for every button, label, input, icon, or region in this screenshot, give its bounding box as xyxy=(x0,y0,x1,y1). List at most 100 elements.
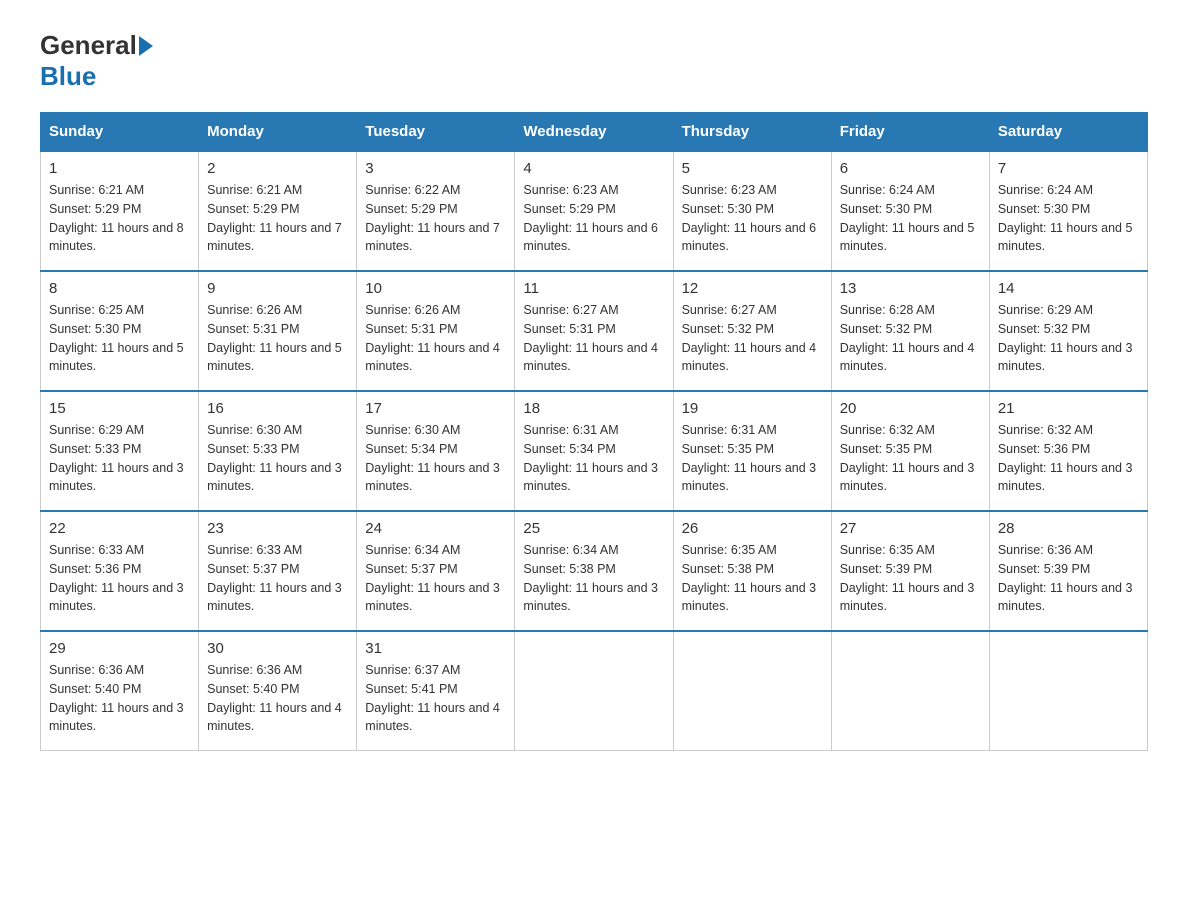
day-number: 5 xyxy=(682,160,823,177)
day-number: 22 xyxy=(49,520,190,537)
day-number: 3 xyxy=(365,160,506,177)
day-number: 6 xyxy=(840,160,981,177)
calendar-cell: 8 Sunrise: 6:25 AMSunset: 5:30 PMDayligh… xyxy=(41,271,199,391)
calendar-cell xyxy=(989,631,1147,751)
calendar-cell: 24 Sunrise: 6:34 AMSunset: 5:37 PMDaylig… xyxy=(357,511,515,631)
day-number: 20 xyxy=(840,400,981,417)
day-number: 8 xyxy=(49,280,190,297)
day-info: Sunrise: 6:32 AMSunset: 5:35 PMDaylight:… xyxy=(840,423,975,493)
day-info: Sunrise: 6:27 AMSunset: 5:32 PMDaylight:… xyxy=(682,303,817,373)
day-info: Sunrise: 6:33 AMSunset: 5:36 PMDaylight:… xyxy=(49,543,184,613)
calendar-cell: 31 Sunrise: 6:37 AMSunset: 5:41 PMDaylig… xyxy=(357,631,515,751)
calendar-cell: 18 Sunrise: 6:31 AMSunset: 5:34 PMDaylig… xyxy=(515,391,673,511)
calendar-cell: 25 Sunrise: 6:34 AMSunset: 5:38 PMDaylig… xyxy=(515,511,673,631)
calendar-week-2: 8 Sunrise: 6:25 AMSunset: 5:30 PMDayligh… xyxy=(41,271,1148,391)
day-info: Sunrise: 6:31 AMSunset: 5:34 PMDaylight:… xyxy=(523,423,658,493)
day-number: 25 xyxy=(523,520,664,537)
day-number: 13 xyxy=(840,280,981,297)
day-info: Sunrise: 6:34 AMSunset: 5:38 PMDaylight:… xyxy=(523,543,658,613)
calendar-cell: 17 Sunrise: 6:30 AMSunset: 5:34 PMDaylig… xyxy=(357,391,515,511)
calendar-cell: 16 Sunrise: 6:30 AMSunset: 5:33 PMDaylig… xyxy=(199,391,357,511)
day-info: Sunrise: 6:30 AMSunset: 5:34 PMDaylight:… xyxy=(365,423,500,493)
weekday-header-sunday: Sunday xyxy=(41,113,199,152)
day-info: Sunrise: 6:35 AMSunset: 5:38 PMDaylight:… xyxy=(682,543,817,613)
day-info: Sunrise: 6:24 AMSunset: 5:30 PMDaylight:… xyxy=(998,183,1133,253)
day-number: 11 xyxy=(523,280,664,297)
calendar-cell: 7 Sunrise: 6:24 AMSunset: 5:30 PMDayligh… xyxy=(989,151,1147,271)
weekday-header-tuesday: Tuesday xyxy=(357,113,515,152)
day-number: 31 xyxy=(365,640,506,657)
calendar-cell: 11 Sunrise: 6:27 AMSunset: 5:31 PMDaylig… xyxy=(515,271,673,391)
calendar-table: SundayMondayTuesdayWednesdayThursdayFrid… xyxy=(40,112,1148,751)
day-number: 28 xyxy=(998,520,1139,537)
calendar-cell xyxy=(673,631,831,751)
day-number: 12 xyxy=(682,280,823,297)
day-number: 21 xyxy=(998,400,1139,417)
day-number: 29 xyxy=(49,640,190,657)
calendar-week-1: 1 Sunrise: 6:21 AMSunset: 5:29 PMDayligh… xyxy=(41,151,1148,271)
calendar-cell: 14 Sunrise: 6:29 AMSunset: 5:32 PMDaylig… xyxy=(989,271,1147,391)
calendar-cell: 21 Sunrise: 6:32 AMSunset: 5:36 PMDaylig… xyxy=(989,391,1147,511)
day-info: Sunrise: 6:31 AMSunset: 5:35 PMDaylight:… xyxy=(682,423,817,493)
weekday-header-friday: Friday xyxy=(831,113,989,152)
day-number: 16 xyxy=(207,400,348,417)
calendar-cell: 6 Sunrise: 6:24 AMSunset: 5:30 PMDayligh… xyxy=(831,151,989,271)
day-number: 24 xyxy=(365,520,506,537)
day-info: Sunrise: 6:37 AMSunset: 5:41 PMDaylight:… xyxy=(365,663,500,733)
day-number: 9 xyxy=(207,280,348,297)
day-info: Sunrise: 6:23 AMSunset: 5:29 PMDaylight:… xyxy=(523,183,658,253)
calendar-cell: 10 Sunrise: 6:26 AMSunset: 5:31 PMDaylig… xyxy=(357,271,515,391)
day-number: 4 xyxy=(523,160,664,177)
day-info: Sunrise: 6:24 AMSunset: 5:30 PMDaylight:… xyxy=(840,183,975,253)
day-info: Sunrise: 6:36 AMSunset: 5:40 PMDaylight:… xyxy=(207,663,342,733)
calendar-cell xyxy=(515,631,673,751)
day-number: 30 xyxy=(207,640,348,657)
day-info: Sunrise: 6:29 AMSunset: 5:33 PMDaylight:… xyxy=(49,423,184,493)
calendar-cell: 5 Sunrise: 6:23 AMSunset: 5:30 PMDayligh… xyxy=(673,151,831,271)
calendar-week-4: 22 Sunrise: 6:33 AMSunset: 5:36 PMDaylig… xyxy=(41,511,1148,631)
day-number: 15 xyxy=(49,400,190,417)
calendar-cell: 13 Sunrise: 6:28 AMSunset: 5:32 PMDaylig… xyxy=(831,271,989,391)
day-number: 26 xyxy=(682,520,823,537)
calendar-week-3: 15 Sunrise: 6:29 AMSunset: 5:33 PMDaylig… xyxy=(41,391,1148,511)
calendar-cell xyxy=(831,631,989,751)
day-info: Sunrise: 6:21 AMSunset: 5:29 PMDaylight:… xyxy=(49,183,184,253)
day-info: Sunrise: 6:21 AMSunset: 5:29 PMDaylight:… xyxy=(207,183,342,253)
calendar-cell: 28 Sunrise: 6:36 AMSunset: 5:39 PMDaylig… xyxy=(989,511,1147,631)
page-header: General Blue xyxy=(40,30,1148,92)
calendar-cell: 1 Sunrise: 6:21 AMSunset: 5:29 PMDayligh… xyxy=(41,151,199,271)
day-number: 14 xyxy=(998,280,1139,297)
day-number: 10 xyxy=(365,280,506,297)
weekday-header-saturday: Saturday xyxy=(989,113,1147,152)
weekday-header-monday: Monday xyxy=(199,113,357,152)
day-info: Sunrise: 6:23 AMSunset: 5:30 PMDaylight:… xyxy=(682,183,817,253)
calendar-cell: 19 Sunrise: 6:31 AMSunset: 5:35 PMDaylig… xyxy=(673,391,831,511)
weekday-header-thursday: Thursday xyxy=(673,113,831,152)
logo-general-text: General xyxy=(40,30,137,61)
calendar-cell: 30 Sunrise: 6:36 AMSunset: 5:40 PMDaylig… xyxy=(199,631,357,751)
day-info: Sunrise: 6:25 AMSunset: 5:30 PMDaylight:… xyxy=(49,303,184,373)
day-number: 27 xyxy=(840,520,981,537)
calendar-cell: 12 Sunrise: 6:27 AMSunset: 5:32 PMDaylig… xyxy=(673,271,831,391)
day-info: Sunrise: 6:34 AMSunset: 5:37 PMDaylight:… xyxy=(365,543,500,613)
day-number: 19 xyxy=(682,400,823,417)
weekday-header-wednesday: Wednesday xyxy=(515,113,673,152)
day-number: 2 xyxy=(207,160,348,177)
day-number: 17 xyxy=(365,400,506,417)
day-info: Sunrise: 6:33 AMSunset: 5:37 PMDaylight:… xyxy=(207,543,342,613)
day-info: Sunrise: 6:28 AMSunset: 5:32 PMDaylight:… xyxy=(840,303,975,373)
calendar-week-5: 29 Sunrise: 6:36 AMSunset: 5:40 PMDaylig… xyxy=(41,631,1148,751)
day-info: Sunrise: 6:22 AMSunset: 5:29 PMDaylight:… xyxy=(365,183,500,253)
day-info: Sunrise: 6:35 AMSunset: 5:39 PMDaylight:… xyxy=(840,543,975,613)
calendar-cell: 26 Sunrise: 6:35 AMSunset: 5:38 PMDaylig… xyxy=(673,511,831,631)
day-info: Sunrise: 6:36 AMSunset: 5:40 PMDaylight:… xyxy=(49,663,184,733)
calendar-cell: 15 Sunrise: 6:29 AMSunset: 5:33 PMDaylig… xyxy=(41,391,199,511)
day-number: 18 xyxy=(523,400,664,417)
day-info: Sunrise: 6:26 AMSunset: 5:31 PMDaylight:… xyxy=(365,303,500,373)
calendar-cell: 23 Sunrise: 6:33 AMSunset: 5:37 PMDaylig… xyxy=(199,511,357,631)
day-info: Sunrise: 6:26 AMSunset: 5:31 PMDaylight:… xyxy=(207,303,342,373)
day-info: Sunrise: 6:32 AMSunset: 5:36 PMDaylight:… xyxy=(998,423,1133,493)
logo-arrow-icon xyxy=(139,36,153,56)
day-info: Sunrise: 6:29 AMSunset: 5:32 PMDaylight:… xyxy=(998,303,1133,373)
calendar-cell: 2 Sunrise: 6:21 AMSunset: 5:29 PMDayligh… xyxy=(199,151,357,271)
